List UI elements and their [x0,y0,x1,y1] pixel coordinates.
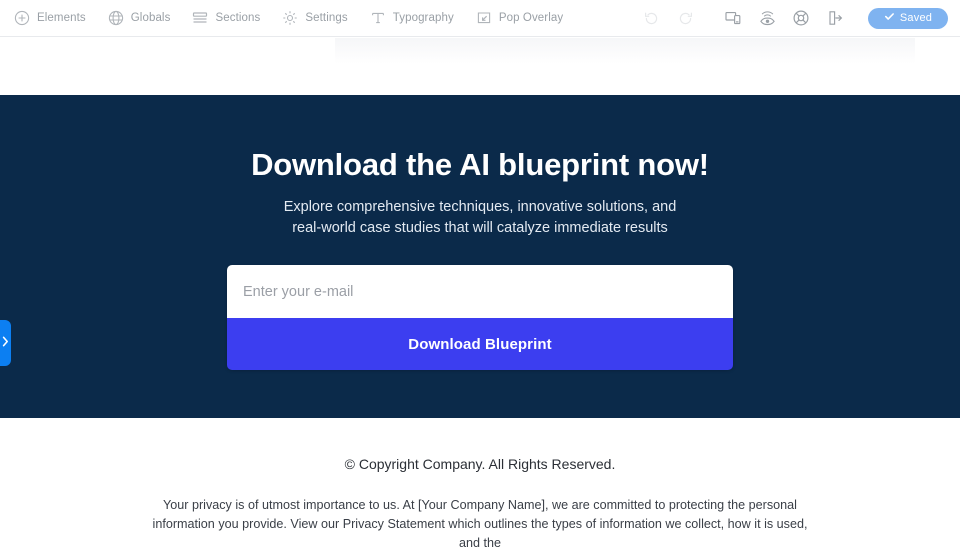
toolbar-item-elements[interactable]: Elements [14,10,86,26]
saved-status-button[interactable]: Saved [868,7,948,29]
check-icon [884,9,895,27]
signup-form: Download Blueprint [227,265,733,370]
hero-subtitle: Explore comprehensive techniques, innova… [283,199,677,236]
toolbar-item-label: Globals [130,12,171,24]
toolbar-item-globals[interactable]: Globals [108,10,171,26]
sidebar-expand-tab[interactable] [0,320,11,366]
email-input[interactable] [227,265,733,318]
toolbar-item-label: Elements [37,12,86,24]
copyright-text: © Copyright Company. All Rights Reserved… [344,456,616,472]
toolbar-item-label: Pop Overlay [498,12,564,24]
pop-overlay-icon [476,10,492,26]
page-title: Download the AI blueprint now! [251,147,709,182]
chevron-right-icon [2,334,9,352]
globe-icon [108,10,124,26]
toolbar-item-typography[interactable]: Typography [370,10,454,26]
privacy-text: Your privacy is of utmost importance to … [152,498,808,550]
undo-icon[interactable] [634,3,668,33]
sections-icon [192,10,208,26]
exit-icon[interactable] [818,3,852,33]
canvas-white-band [0,38,960,95]
toolbar-left-group: Elements Globals Sections Settings Typog… [14,10,563,26]
toolbar-item-settings[interactable]: Settings [282,10,348,26]
section-shadow-overlay [335,38,915,64]
toolbar-item-label: Sections [215,12,261,24]
toolbar-right-group: Saved [634,3,948,33]
gear-icon [282,10,298,26]
editor-toolbar: Elements Globals Sections Settings Typog… [0,0,960,37]
toolbar-item-label: Settings [305,12,348,24]
help-icon[interactable] [784,3,818,33]
hero-section: Download the AI blueprint now! Explore c… [0,95,960,418]
typography-icon [370,10,386,26]
toolbar-item-sections[interactable]: Sections [192,10,260,26]
toolbar-item-pop-overlay[interactable]: Pop Overlay [476,10,563,26]
saved-label: Saved [899,12,933,24]
responsive-icon[interactable] [716,3,750,33]
redo-icon[interactable] [668,3,702,33]
toolbar-item-label: Typography [392,12,454,24]
preview-eye-icon[interactable] [750,3,784,33]
plus-circle-icon [14,10,30,26]
download-blueprint-button[interactable]: Download Blueprint [227,318,733,370]
footer-section: © Copyright Company. All Rights Reserved… [0,418,960,550]
